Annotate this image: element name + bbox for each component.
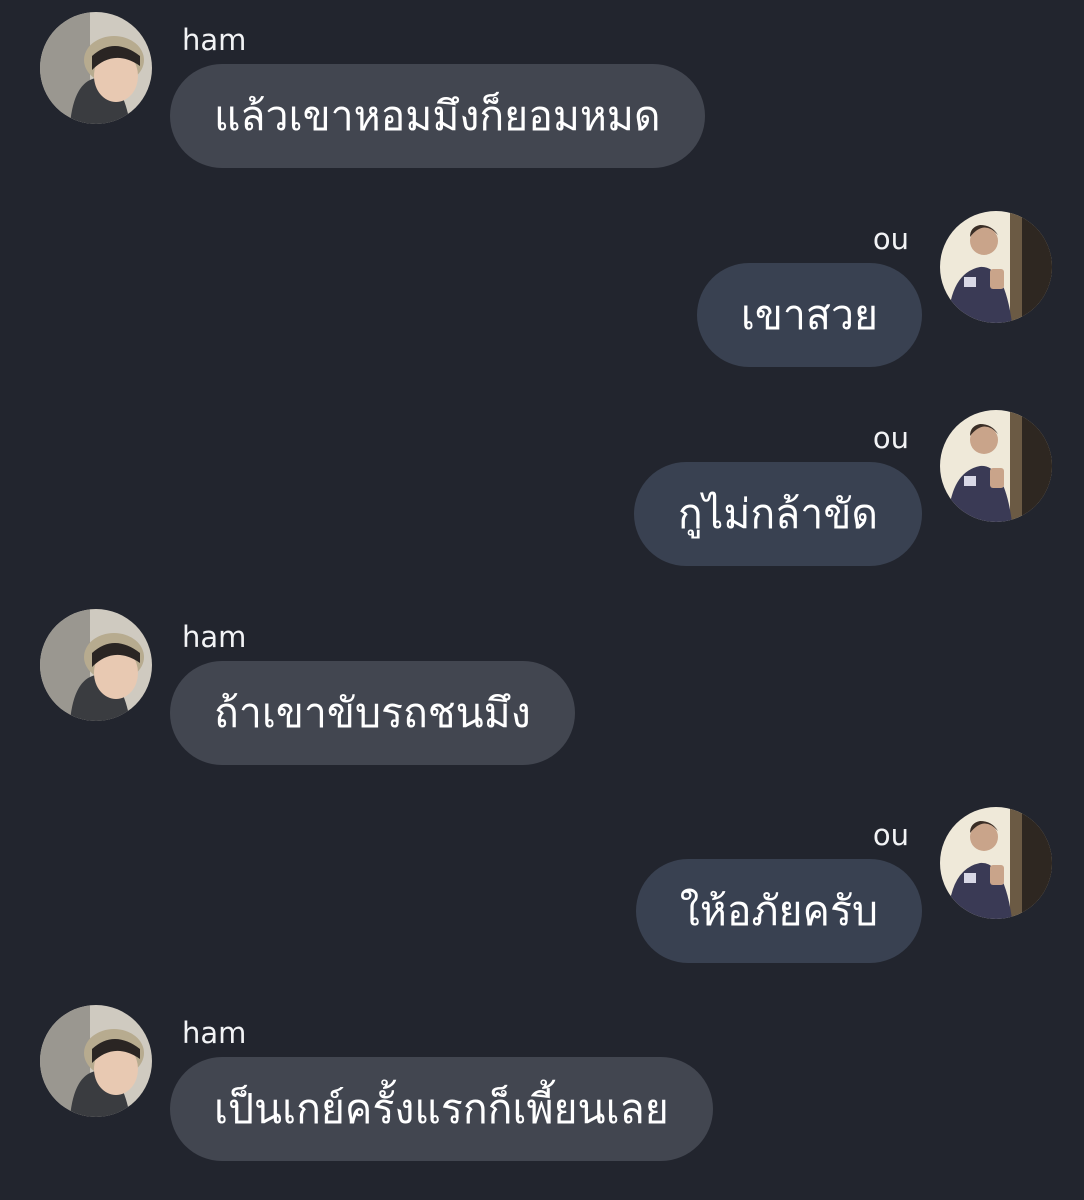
person-avatar-icon xyxy=(940,211,1052,323)
sender-name: ou xyxy=(872,222,909,256)
chat-thread: ham แล้วเขาหอมมึงก็ยอมหมด ou เขาสวย ou ก… xyxy=(0,0,1084,1200)
message-bubble[interactable]: แล้วเขาหอมมึงก็ยอมหมด xyxy=(170,64,705,168)
message-bubble[interactable]: ถ้าเขาขับรถชนมึง xyxy=(170,661,575,765)
message-bubble[interactable]: เขาสวย xyxy=(696,263,922,367)
person-avatar-icon xyxy=(40,1005,152,1117)
person-avatar-icon xyxy=(40,609,152,721)
message-bubble[interactable]: กูไม่กล้าขัด xyxy=(633,462,922,566)
message-bubble[interactable]: เป็นเกย์ครั้งแรกก็เพี้ยนเลย xyxy=(170,1057,713,1161)
sender-avatar[interactable] xyxy=(40,12,152,124)
sender-name: ou xyxy=(872,818,909,852)
sender-avatar[interactable] xyxy=(940,410,1052,522)
person-avatar-icon xyxy=(940,410,1052,522)
person-avatar-icon xyxy=(40,12,152,124)
sender-avatar[interactable] xyxy=(40,1005,152,1117)
sender-name: ham xyxy=(182,23,247,57)
person-avatar-icon xyxy=(940,807,1052,919)
message-row: ham ถ้าเขาขับรถชนมึง xyxy=(0,609,1084,769)
sender-avatar[interactable] xyxy=(40,609,152,721)
message-row: ham เป็นเกย์ครั้งแรกก็เพี้ยนเลย xyxy=(0,1005,1084,1165)
message-row: ou เขาสวย xyxy=(0,211,1084,371)
message-row: ou ให้อภัยครับ xyxy=(0,807,1084,967)
message-row: ham แล้วเขาหอมมึงก็ยอมหมด xyxy=(0,12,1084,172)
sender-name: ham xyxy=(182,1016,247,1050)
sender-avatar[interactable] xyxy=(940,807,1052,919)
sender-name: ou xyxy=(872,421,909,455)
message-bubble[interactable]: ให้อภัยครับ xyxy=(635,859,922,963)
message-row: ou กูไม่กล้าขัด xyxy=(0,410,1084,570)
sender-avatar[interactable] xyxy=(940,211,1052,323)
sender-name: ham xyxy=(182,620,247,654)
